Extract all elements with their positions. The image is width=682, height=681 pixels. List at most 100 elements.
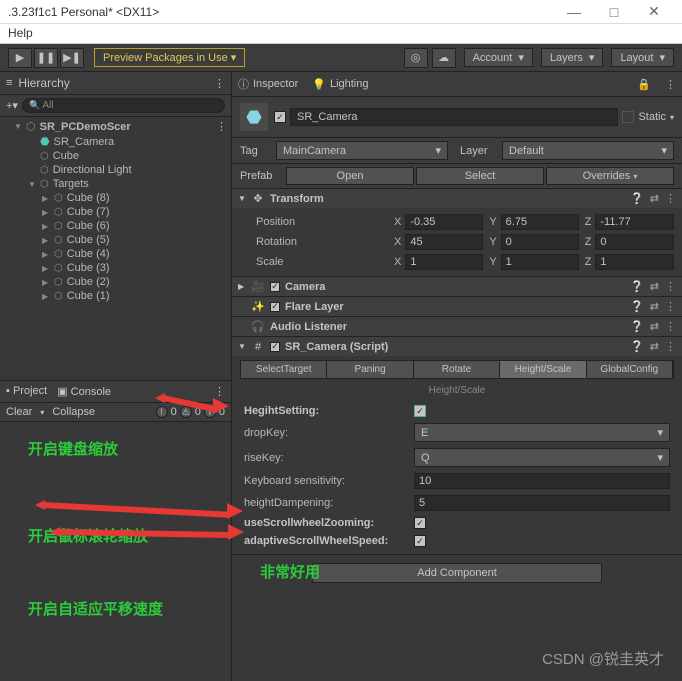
rot-y-input[interactable]: 0 xyxy=(501,234,579,250)
account-dropdown[interactable]: Account▾ xyxy=(464,48,533,67)
play-button[interactable]: ▶ xyxy=(8,48,32,68)
audio-icon: 🎧 xyxy=(251,320,265,333)
tree-item[interactable]: ▶⬡Cube (2) xyxy=(0,275,231,289)
rot-x-input[interactable]: 45 xyxy=(405,234,483,250)
panel-menu-icon[interactable]: ⋮ xyxy=(214,385,225,398)
inspector-menu-icon[interactable]: ⋮ xyxy=(665,78,676,91)
camera-header[interactable]: ▶🎥✓Camera❔⇄⋮ xyxy=(232,277,682,296)
prefab-open-button[interactable]: Open xyxy=(286,167,414,185)
tree-item[interactable]: ▶⬡Cube (1) xyxy=(0,289,231,303)
tab-heightscale[interactable]: Height/Scale xyxy=(500,361,586,378)
tree-item[interactable]: ⬡Cube xyxy=(0,149,231,163)
pause-button[interactable]: ❚❚ xyxy=(34,48,58,68)
scene-row[interactable]: ▼⬡SR_PCDemoScer⋮ xyxy=(0,119,231,134)
pos-y-input[interactable]: 6.75 xyxy=(501,214,579,230)
scrollzoom-checkbox[interactable]: ✓ xyxy=(414,517,426,529)
console-body: 开启键盘缩放 开启鼠标滚轮缩放 开启自适应平移速度 xyxy=(0,422,231,681)
tab-rotate[interactable]: Rotate xyxy=(414,361,500,378)
scl-x-input[interactable]: 1 xyxy=(405,254,483,270)
risekey-dropdown[interactable]: Q▾ xyxy=(414,448,670,467)
tree-item[interactable]: ▶⬡Cube (6) xyxy=(0,219,231,233)
tree-item[interactable]: ▶⬡Cube (7) xyxy=(0,205,231,219)
active-checkbox[interactable]: ✓ xyxy=(274,111,286,123)
camera-icon: 🎥 xyxy=(251,280,265,293)
layout-dropdown[interactable]: Layout▾ xyxy=(611,48,674,67)
sub-label: Height/Scale xyxy=(232,383,682,398)
tree-item[interactable]: ▶⬡Cube (3) xyxy=(0,261,231,275)
hierarchy-icon: ≡ xyxy=(6,77,12,89)
prefab-overrides-button[interactable]: Overrides ▾ xyxy=(546,167,674,185)
annotation: 开启自适应平移速度 xyxy=(28,598,163,619)
transform-header[interactable]: ▼✥ Transform ❔⇄⋮ xyxy=(232,189,682,208)
menu-help[interactable]: Help xyxy=(8,26,33,40)
scl-y-input[interactable]: 1 xyxy=(501,254,579,270)
tree-item[interactable]: ▶⬡Cube (8) xyxy=(0,191,231,205)
add-component-button[interactable]: Add Component xyxy=(312,563,602,583)
console-tab[interactable]: ▣ Console xyxy=(57,385,111,398)
hierarchy-tree: ▼⬡SR_PCDemoScer⋮ ⬣SR_Camera ⬡Cube ⬡Direc… xyxy=(0,117,231,380)
tab-globalconfig[interactable]: GlobalConfig xyxy=(587,361,673,378)
pos-z-input[interactable]: -11.77 xyxy=(595,214,674,230)
script-tabs: SelectTarget Paning Rotate Height/Scale … xyxy=(240,360,674,379)
hierarchy-search-input[interactable]: 🔍 All xyxy=(22,98,225,113)
cloud-icon[interactable]: ☁ xyxy=(432,48,456,68)
script-header[interactable]: ▼#✓SR_Camera (Script)❔⇄⋮ xyxy=(232,337,682,356)
minimize-button[interactable]: — xyxy=(554,4,594,20)
info-icon: ⓘ xyxy=(238,76,249,92)
audio-header[interactable]: 🎧Audio Listener❔⇄⋮ xyxy=(232,317,682,336)
flare-header[interactable]: ✨✓Flare Layer❔⇄⋮ xyxy=(232,297,682,316)
warn-flag-icon[interactable]: ⚠ xyxy=(180,406,192,418)
layer-dropdown[interactable]: Default▾ xyxy=(502,141,674,160)
project-tab[interactable]: ▪ Project xyxy=(6,385,47,398)
rot-z-input[interactable]: 0 xyxy=(595,234,674,250)
clear-button[interactable]: Clear xyxy=(6,406,32,418)
light-icon: 💡 xyxy=(312,78,326,91)
lock-icon[interactable]: 🔒 xyxy=(637,78,651,91)
lighting-tab[interactable]: 💡Lighting xyxy=(312,78,368,91)
main-toolbar: ▶ ❚❚ ▶❚ Preview Packages in Use ▾ ◎ ☁ Ac… xyxy=(0,44,682,72)
heightsetting-checkbox[interactable]: ✓ xyxy=(414,405,426,417)
gameobject-icon: ⬣ xyxy=(240,103,268,131)
transform-icon: ✥ xyxy=(251,192,265,205)
annotation: 非常好用 xyxy=(260,561,320,582)
pos-x-input[interactable]: -0.35 xyxy=(405,214,483,230)
layers-dropdown[interactable]: Layers▾ xyxy=(541,48,604,67)
inspector-tab[interactable]: ⓘInspector xyxy=(238,76,298,92)
maximize-button[interactable]: □ xyxy=(594,4,634,20)
keyboard-sensitivity-input[interactable]: 10 xyxy=(414,473,670,489)
prefab-select-button[interactable]: Select xyxy=(416,167,544,185)
collab-icon[interactable]: ◎ xyxy=(404,48,428,68)
object-name-input[interactable]: SR_Camera xyxy=(290,108,618,126)
collapse-button[interactable]: Collapse xyxy=(52,406,95,418)
tree-item[interactable]: ⬣SR_Camera xyxy=(0,134,231,149)
window-title: .3.23f1c1 Personal* <DX11> xyxy=(8,5,554,19)
scl-z-input[interactable]: 1 xyxy=(595,254,674,270)
flare-icon: ✨ xyxy=(251,300,265,313)
heightdampening-input[interactable]: 5 xyxy=(414,495,670,511)
window-titlebar: .3.23f1c1 Personal* <DX11> — □ ✕ xyxy=(0,0,682,24)
tab-paning[interactable]: Paning xyxy=(327,361,413,378)
tree-item[interactable]: ▼⬡Targets xyxy=(0,177,231,191)
tag-dropdown[interactable]: MainCamera▾ xyxy=(276,141,448,160)
tab-selecttarget[interactable]: SelectTarget xyxy=(241,361,327,378)
tree-item[interactable]: ▶⬡Cube (4) xyxy=(0,247,231,261)
hierarchy-menu-icon[interactable]: ⋮ xyxy=(214,77,225,90)
close-button[interactable]: ✕ xyxy=(634,3,674,20)
static-checkbox[interactable] xyxy=(622,111,634,123)
preview-packages-button[interactable]: Preview Packages in Use ▾ xyxy=(94,48,245,67)
hierarchy-tab[interactable]: ≡ Hierarchy ⋮ xyxy=(0,72,231,95)
create-button[interactable]: +▾ xyxy=(6,99,18,112)
adaptive-checkbox[interactable]: ✓ xyxy=(414,535,426,547)
script-icon: # xyxy=(251,341,265,353)
help-icon[interactable]: ❔ xyxy=(630,192,644,205)
watermark: CSDN @锐圭英才 xyxy=(542,648,664,669)
preset-icon[interactable]: ⇄ xyxy=(650,192,659,205)
tree-item[interactable]: ▶⬡Cube (5) xyxy=(0,233,231,247)
component-menu-icon[interactable]: ⋮ xyxy=(665,192,676,205)
error-flag-icon[interactable]: ! xyxy=(156,406,168,418)
step-button[interactable]: ▶❚ xyxy=(60,48,84,68)
annotation: 开启键盘缩放 xyxy=(28,438,118,459)
menu-bar[interactable]: Help xyxy=(0,24,682,44)
tree-item[interactable]: ⬡Directional Light xyxy=(0,163,231,177)
dropkey-dropdown[interactable]: E▾ xyxy=(414,423,670,442)
